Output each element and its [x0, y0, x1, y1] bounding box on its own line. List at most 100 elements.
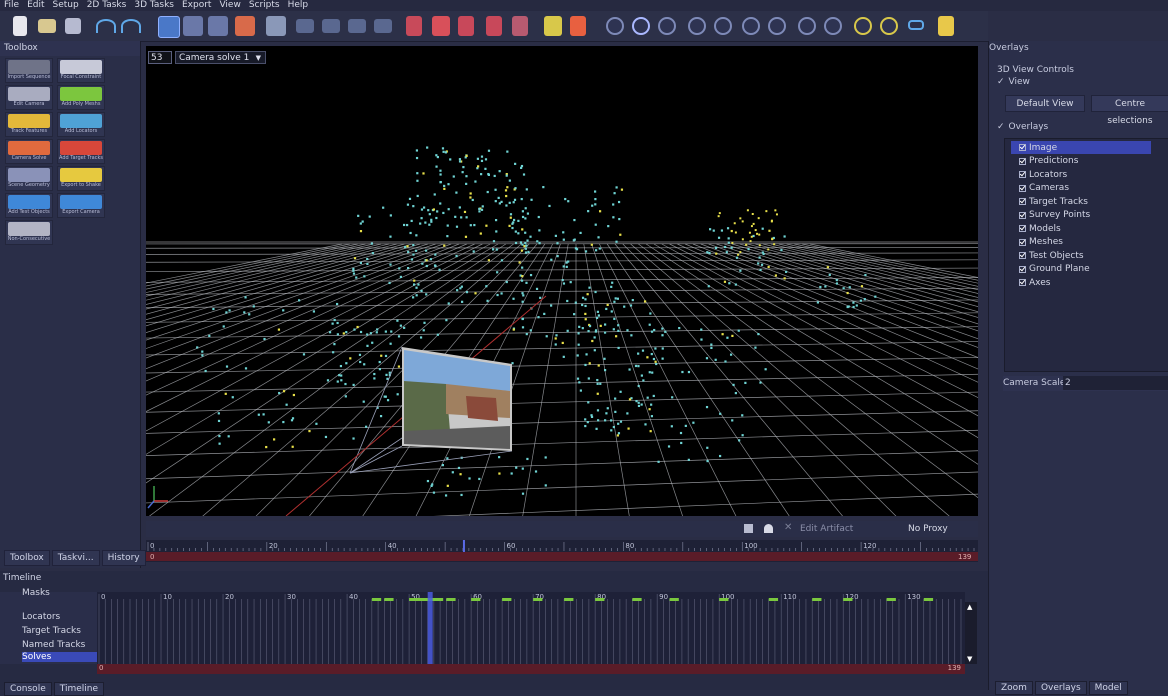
frame-scrubber[interactable]: 0204060801001200139 — [146, 540, 978, 562]
menu-help[interactable]: Help — [284, 0, 313, 11]
eraser-tool-icon[interactable] — [486, 16, 502, 36]
grid-view-icon[interactable] — [266, 16, 286, 36]
export-icon[interactable] — [938, 16, 954, 36]
overlay-item-target-tracks[interactable]: Target Tracks — [1011, 195, 1088, 208]
3d-view-icon[interactable] — [183, 16, 203, 36]
track-named-tracks[interactable]: Named Tracks — [22, 640, 85, 650]
tab-timeline[interactable]: Timeline — [54, 682, 104, 696]
new-file-icon[interactable] — [13, 16, 27, 36]
key-next-icon[interactable] — [824, 17, 842, 35]
tool-export-camera[interactable]: Export Camera — [57, 193, 105, 218]
tab-model[interactable]: Model — [1089, 681, 1128, 695]
overlay-item-predictions[interactable]: Predictions — [1011, 155, 1078, 168]
menu-setup[interactable]: Setup — [49, 0, 83, 11]
camera-icon[interactable] — [744, 524, 753, 533]
overlay-item-models[interactable]: Models — [1011, 222, 1061, 235]
play-forward-icon[interactable] — [658, 17, 676, 35]
tool-import-sequence[interactable]: Import Sequence — [5, 58, 53, 83]
frame-number-field[interactable]: 53 — [148, 51, 172, 64]
graph-view-icon[interactable] — [235, 16, 255, 36]
track-tool-icon[interactable] — [406, 16, 422, 36]
tab-overlays[interactable]: Overlays — [1035, 681, 1087, 695]
overlay-item-ground-plane[interactable]: Ground Plane — [1011, 263, 1090, 276]
default-view-button[interactable]: Default View — [1005, 95, 1085, 112]
menu-scripts[interactable]: Scripts — [245, 0, 284, 11]
menu-view[interactable]: View — [215, 0, 244, 11]
checkbox-icon[interactable] — [1019, 212, 1026, 219]
tab-history[interactable]: History — [102, 550, 146, 566]
menu-2d-tasks[interactable]: 2D Tasks — [83, 0, 131, 11]
target-tool-icon[interactable] — [432, 16, 450, 36]
layout-quad-icon[interactable] — [374, 19, 392, 33]
tool-non-consecutive[interactable]: Non-Consecutive — [5, 220, 53, 245]
edit-artifact-label[interactable]: Edit Artifact — [800, 524, 853, 534]
timeline-range-bar[interactable]: 0 139 — [97, 664, 965, 674]
layout-split-icon[interactable] — [322, 19, 340, 33]
overlay-item-image[interactable]: Image — [1011, 141, 1151, 154]
layout-single-icon[interactable] — [296, 19, 314, 33]
tool-add-poly-meshs[interactable]: Add Poly Meshs — [57, 85, 105, 110]
tool-scene-geometry[interactable]: Scene Geometry — [5, 166, 53, 191]
overlay-item-locators[interactable]: Locators — [1011, 168, 1067, 181]
marker-out-icon[interactable] — [880, 17, 898, 35]
layout-stack-icon[interactable] — [348, 19, 366, 33]
checkbox-icon[interactable] — [1019, 252, 1026, 259]
tool-camera-solve[interactable]: Camera Solve — [5, 139, 53, 164]
checkbox-icon[interactable] — [1019, 266, 1026, 273]
open-folder-icon[interactable] — [38, 19, 56, 33]
checkbox-icon[interactable] — [1019, 279, 1026, 286]
select-box-icon[interactable] — [512, 16, 528, 36]
checkbox-icon[interactable] — [1019, 225, 1026, 232]
checkbox-icon[interactable] — [1019, 158, 1026, 165]
loop-icon[interactable] — [908, 20, 924, 30]
pin-tool-icon[interactable] — [570, 16, 586, 36]
overlay-item-axes[interactable]: Axes — [1011, 276, 1050, 289]
scroll-down-icon[interactable]: ▼ — [967, 655, 972, 663]
menu-export[interactable]: Export — [178, 0, 215, 11]
brush-tool-icon[interactable] — [458, 16, 474, 36]
tab-zoom[interactable]: Zoom — [995, 681, 1033, 695]
overlay-item-cameras[interactable]: Cameras — [1011, 182, 1069, 195]
go-end-icon[interactable] — [768, 17, 786, 35]
tool-track-features[interactable]: Track Features — [5, 112, 53, 137]
checkbox-icon[interactable] — [1019, 185, 1026, 192]
checkbox-icon[interactable] — [1019, 239, 1026, 246]
menu-file[interactable]: File — [0, 0, 23, 11]
track-target-tracks[interactable]: Target Tracks — [22, 626, 81, 636]
track-masks[interactable]: Masks — [22, 588, 50, 598]
lock-icon[interactable] — [764, 524, 773, 533]
tool-add-locators[interactable]: Add Locators — [57, 112, 105, 137]
checkbox-icon[interactable] — [1019, 198, 1026, 205]
overlays-toggle[interactable]: ✓Overlays — [997, 122, 1048, 132]
camera-select-dropdown[interactable]: Camera solve 1 ▼ — [175, 51, 266, 64]
tab-taskview[interactable]: Taskvi... — [52, 550, 100, 566]
proxy-label[interactable]: No Proxy — [908, 524, 948, 534]
track-locators[interactable]: Locators — [22, 612, 60, 622]
tab-console[interactable]: Console — [4, 682, 52, 696]
timeline-scrollbar[interactable]: ▲ ▼ — [965, 602, 977, 664]
tool-add-test-objects[interactable]: Add Test Objects — [5, 193, 53, 218]
ortho-view-icon[interactable] — [208, 16, 228, 36]
undo-icon[interactable] — [96, 19, 116, 33]
checkbox-icon[interactable] — [1019, 144, 1026, 151]
go-start-icon[interactable] — [742, 17, 760, 35]
marker-in-icon[interactable] — [854, 17, 872, 35]
menu-3d-tasks[interactable]: 3D Tasks — [130, 0, 178, 11]
scroll-up-icon[interactable]: ▲ — [967, 603, 972, 611]
key-prev-icon[interactable] — [798, 17, 816, 35]
tool-edit-camera[interactable]: Edit Camera — [5, 85, 53, 110]
play-back-icon[interactable] — [606, 17, 624, 35]
overlay-item-survey-points[interactable]: Survey Points — [1011, 209, 1090, 222]
2d-view-icon[interactable] — [158, 16, 180, 38]
tool-add-target-tracks[interactable]: Add Target Tracks — [57, 139, 105, 164]
stop-icon[interactable] — [632, 17, 650, 35]
save-icon[interactable] — [65, 18, 81, 34]
tool-focal-constraint[interactable]: Focal Constraint — [57, 58, 105, 83]
tab-toolbox[interactable]: Toolbox — [4, 550, 50, 566]
view-toggle[interactable]: ✓View — [997, 77, 1030, 87]
camera-scale-input[interactable]: 2 — [1063, 376, 1168, 390]
locator-tool-icon[interactable] — [544, 16, 562, 36]
close-icon[interactable]: ✕ — [784, 522, 792, 533]
tool-export-to-shake[interactable]: Export to Shake — [57, 166, 105, 191]
menu-edit[interactable]: Edit — [23, 0, 48, 11]
